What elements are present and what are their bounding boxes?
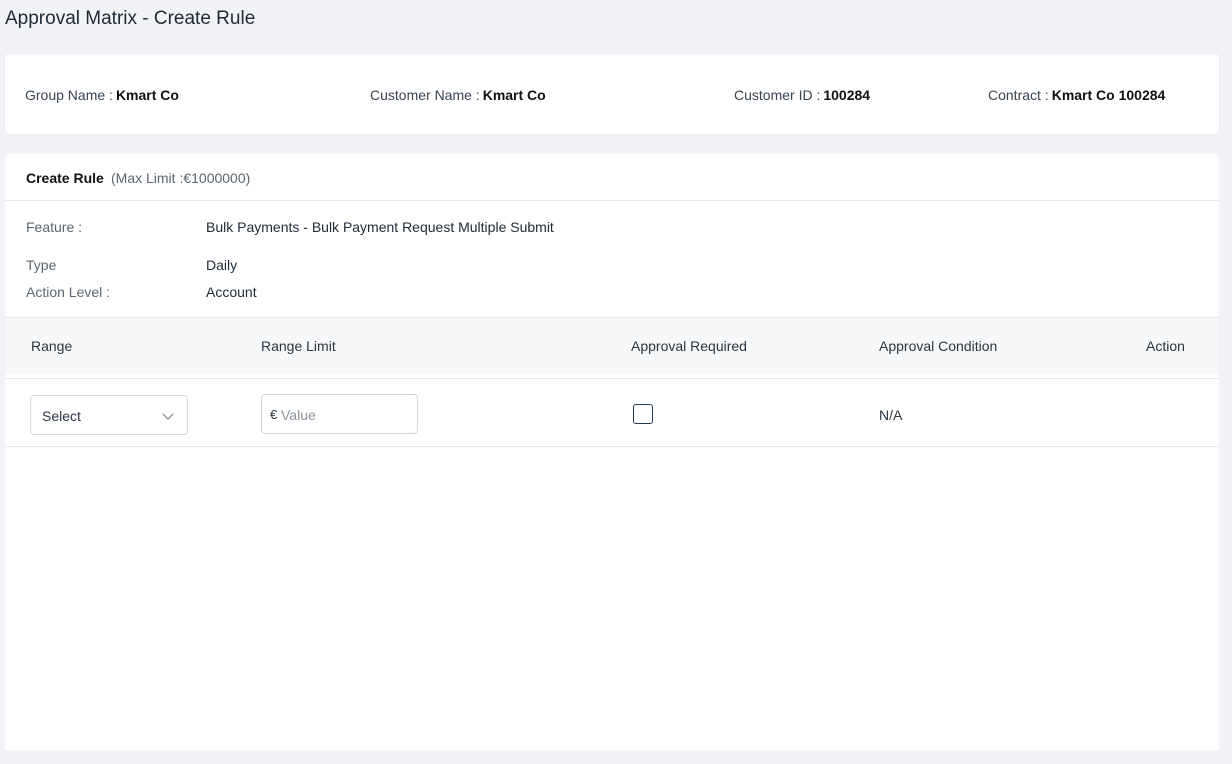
- chevron-down-icon: [161, 409, 175, 423]
- type-label: Type: [26, 257, 57, 273]
- column-header-approval-required: Approval Required: [631, 338, 747, 354]
- group-name-info: Group Name : Kmart Co: [25, 87, 179, 103]
- rule-header: Create Rule (Max Limit :€1000000): [5, 154, 1219, 201]
- action-level-value: Account: [206, 284, 257, 300]
- page-title: Approval Matrix - Create Rule: [5, 8, 256, 29]
- range-limit-input[interactable]: [281, 405, 411, 425]
- column-header-approval-condition: Approval Condition: [879, 338, 998, 354]
- customer-name-value: Kmart Co: [482, 87, 546, 103]
- group-name-label: Group Name :: [25, 87, 113, 103]
- feature-value: Bulk Payments - Bulk Payment Request Mul…: [206, 219, 554, 235]
- feature-label: Feature :: [26, 219, 83, 235]
- approval-required-checkbox[interactable]: [633, 404, 653, 424]
- column-header-range-limit: Range Limit: [261, 338, 336, 354]
- create-rule-title: Create Rule: [26, 170, 104, 186]
- customer-name-info: Customer Name : Kmart Co: [370, 87, 546, 103]
- contract-info: Contract : Kmart Co 100284: [988, 87, 1165, 103]
- table-row: Select € N/A: [5, 378, 1219, 447]
- range-select-value: Select: [42, 408, 81, 424]
- contract-value: Kmart Co 100284: [1051, 87, 1166, 103]
- group-name-value: Kmart Co: [115, 87, 179, 103]
- range-limit-field[interactable]: €: [261, 394, 418, 434]
- contract-label: Contract :: [988, 87, 1049, 103]
- customer-info-card: Group Name : Kmart Co Customer Name : Kmar…: [5, 54, 1219, 134]
- column-header-action: Action: [1146, 338, 1185, 354]
- approval-condition-value: N/A: [879, 407, 903, 423]
- euro-icon: €: [270, 407, 278, 422]
- type-value: Daily: [206, 257, 238, 273]
- column-header-range: Range: [31, 338, 73, 354]
- customer-name-label: Customer Name :: [370, 87, 480, 103]
- customer-id-value: 100284: [823, 87, 871, 103]
- action-level-label: Action Level :: [26, 284, 111, 300]
- customer-id-info: Customer ID :100284: [734, 87, 870, 103]
- max-limit-text: (Max Limit :€1000000): [111, 170, 251, 186]
- customer-id-label: Customer ID :: [734, 87, 821, 103]
- range-select[interactable]: Select: [30, 395, 188, 435]
- rule-table-header: Range Range Limit Approval Required Appr…: [5, 317, 1219, 374]
- create-rule-card: Create Rule (Max Limit :€1000000) Featur…: [5, 154, 1219, 750]
